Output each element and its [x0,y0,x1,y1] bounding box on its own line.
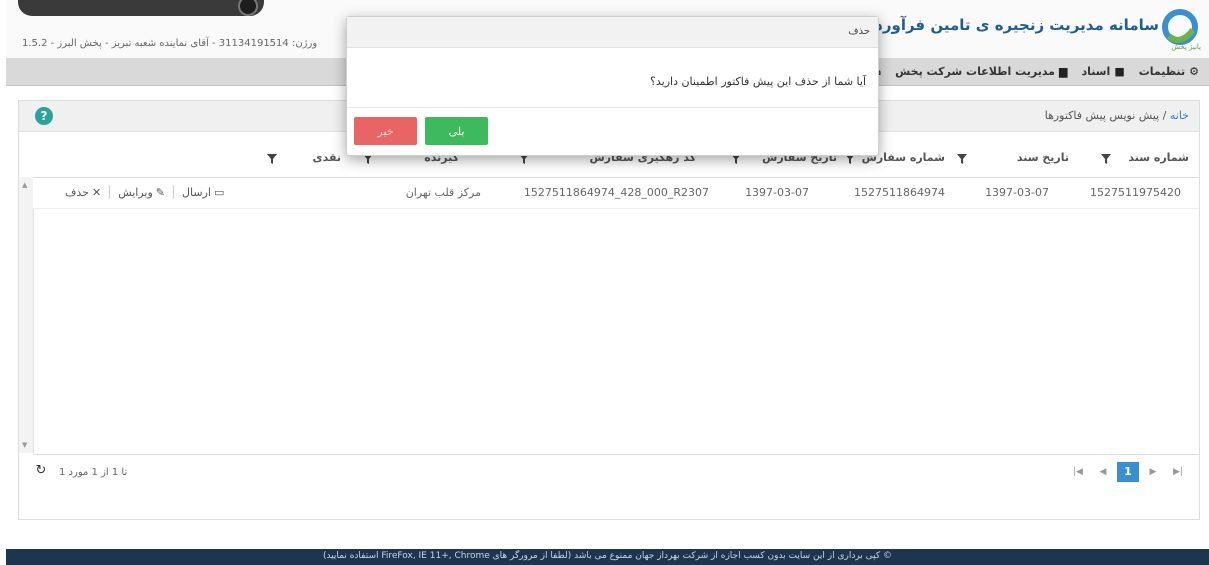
delete-dialog: حذف آیا شما از حذف این پیش فاکتور اطمینا… [346,16,879,156]
dialog-title: حذف [848,26,870,37]
yes-button[interactable]: بلی [425,117,488,145]
dialog-header: حذف [347,17,878,48]
no-button[interactable]: خیر [354,117,417,145]
dialog-message: آیا شما از حذف این پیش فاکتور اطمینان دا… [650,75,866,88]
dialog-footer: خیر بلی [347,107,878,154]
